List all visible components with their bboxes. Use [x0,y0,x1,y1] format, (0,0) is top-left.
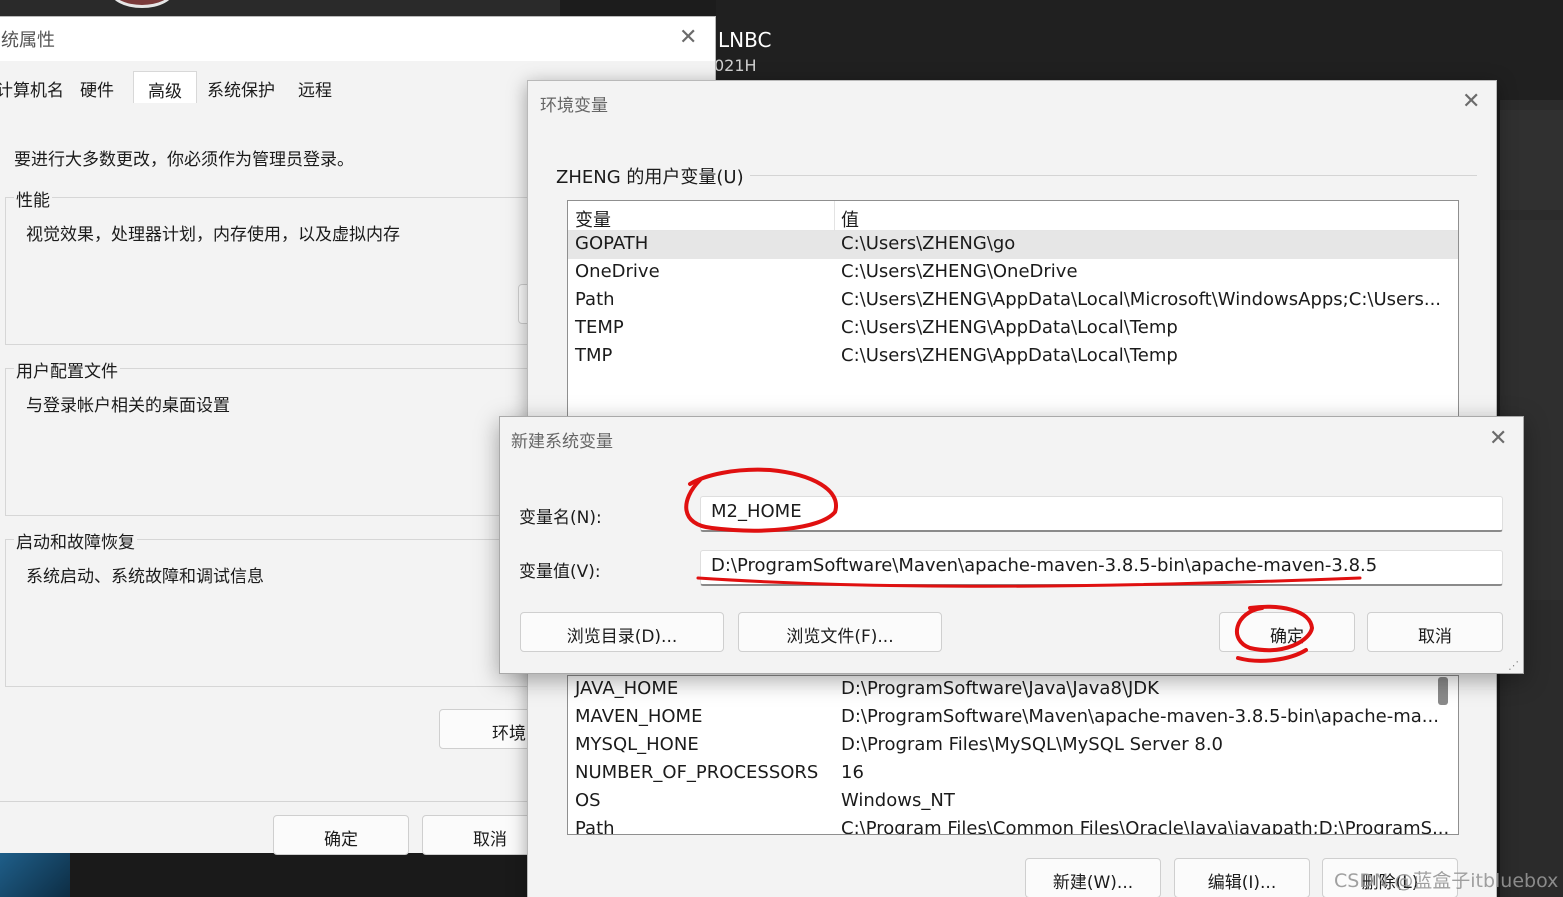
row-value: D:\Program Files\MySQL\MySQL Server 8.0 [841,734,1223,755]
group-label: 性能 [14,186,52,211]
row-name: OS [575,790,601,811]
cancel-button[interactable]: 取消 [1367,612,1503,652]
tab-hardware[interactable]: 硬件 [67,71,127,103]
taskbar-area [70,852,530,897]
row-value: C:\Users\ZHENG\AppData\Local\Microsoft\W… [841,289,1442,310]
row-value: C:\Users\ZHENG\OneDrive [841,261,1078,282]
row-name: TMP [575,345,613,366]
row-value: D:\ProgramSoftware\Java\Java8\JDK [841,678,1159,699]
list-header: 变量 值 [568,201,1458,231]
table-row[interactable]: MAVEN_HOME D:\ProgramSoftware\Maven\apac… [568,704,1458,732]
variable-name-label: 变量名(N): [519,508,602,528]
browse-directory-button[interactable]: 浏览目录(D)... [520,612,724,652]
tab-advanced[interactable]: 高级 [133,71,197,103]
new-system-variable-dialog: 新建系统变量 ✕ 变量名(N): M2_HOME 变量值(V): D:\Prog… [499,416,1524,674]
group-description: 与登录帐户相关的桌面设置 [26,396,230,416]
row-value: Windows_NT [841,790,955,811]
row-value: C:\Users\ZHENG\AppData\Local\Temp [841,345,1178,366]
row-name: MYSQL_HONE [575,734,699,755]
close-icon[interactable]: ✕ [1462,89,1480,114]
row-value: C:\Program Files\Common Files\Oracle\Jav… [841,818,1450,835]
table-row[interactable]: JAVA_HOME D:\ProgramSoftware\Java\Java8\… [568,676,1458,704]
row-value: 16 [841,762,864,783]
group-description: 视觉效果，处理器计划，内存使用，以及虚拟内存 [26,225,400,245]
ok-button[interactable]: 确定 [1219,612,1355,652]
divider [750,175,1477,176]
row-value: D:\ProgramSoftware\Maven\apache-maven-3.… [841,706,1439,727]
variable-value-field[interactable]: D:\ProgramSoftware\Maven\apache-maven-3.… [700,550,1503,586]
table-row[interactable]: TEMP C:\Users\ZHENG\AppData\Local\Temp [568,315,1458,343]
performance-group: 性能 视觉效果，处理器计划，内存使用，以及虚拟内存 [5,186,578,345]
group-description: 系统启动、系统故障和调试信息 [26,567,264,587]
background-panel-title: LNBC [718,28,772,52]
table-row[interactable]: Path C:\Users\ZHENG\AppData\Local\Micros… [568,287,1458,315]
column-header-value[interactable]: 值 [841,206,859,232]
group-label: 用户配置文件 [14,357,120,382]
system-variables-list[interactable]: JAVA_HOME D:\ProgramSoftware\Java\Java8\… [567,675,1459,835]
table-row[interactable]: Path C:\Program Files\Common Files\Oracl… [568,816,1458,835]
tab-computer-name[interactable]: 计算机名 [0,71,65,103]
row-name: MAVEN_HOME [575,706,703,727]
startup-recovery-group: 启动和故障恢复 系统启动、系统故障和调试信息 [5,528,565,687]
ok-button[interactable]: 确定 [273,815,409,855]
row-value: C:\Users\ZHENG\go [841,233,1016,254]
table-row[interactable]: MYSQL_HONE D:\Program Files\MySQL\MySQL … [568,732,1458,760]
close-icon[interactable]: ✕ [679,25,697,50]
user-variables-label: ZHENG 的用户变量(U) [556,167,744,188]
close-icon[interactable]: ✕ [1489,426,1507,451]
variable-value-label: 变量值(V): [519,562,601,582]
dialog-title: 新建系统变量 [511,432,613,452]
row-name: NUMBER_OF_PROCESSORS [575,762,819,783]
column-header-variable[interactable]: 变量 [575,206,611,232]
window-title: 环境变量 [540,96,608,116]
row-name: Path [575,818,615,835]
desktop-wallpaper [0,852,70,897]
tab-system-protection[interactable]: 系统保护 [201,71,281,103]
variable-name-field[interactable]: M2_HOME [700,496,1503,532]
table-row[interactable]: OneDrive C:\Users\ZHENG\OneDrive [568,259,1458,287]
user-variables-list[interactable]: 变量 值 GOPATH C:\Users\ZHENG\go OneDrive C… [567,200,1459,420]
row-name: TEMP [575,317,624,338]
table-row[interactable]: NUMBER_OF_PROCESSORS 16 [568,760,1458,788]
row-name: OneDrive [575,261,660,282]
group-label: 启动和故障恢复 [14,528,137,553]
admin-note: 要进行大多数更改，你必须作为管理员登录。 [14,150,354,170]
env-titlebar: 环境变量 ✕ [528,81,1496,125]
table-row[interactable]: GOPATH C:\Users\ZHENG\go [568,231,1458,259]
window-title: 统属性 [1,30,55,51]
watermark: CSDN @蓝盒子itbluebox [1334,870,1559,892]
row-value: C:\Users\ZHENG\AppData\Local\Temp [841,317,1178,338]
table-row[interactable]: TMP C:\Users\ZHENG\AppData\Local\Temp [568,343,1458,371]
system-properties-titlebar: 统属性 ✕ [0,17,715,61]
dialog-titlebar: 新建系统变量 ✕ [500,417,1523,461]
row-name: Path [575,289,615,310]
background-top-bar [0,0,560,16]
row-name: JAVA_HOME [575,678,679,699]
new-variable-button[interactable]: 新建(W)... [1025,858,1161,897]
edit-variable-button[interactable]: 编辑(I)... [1174,858,1310,897]
background-panel-subtitle: 021H [714,56,757,75]
table-row[interactable]: OS Windows_NT [568,788,1458,816]
user-profiles-group: 用户配置文件 与登录帐户相关的桌面设置 [5,357,565,516]
row-name: GOPATH [575,233,649,254]
browse-file-button[interactable]: 浏览文件(F)... [738,612,942,652]
tab-remote[interactable]: 远程 [285,71,345,103]
resize-grip-icon[interactable]: ⋰ [1508,659,1519,672]
